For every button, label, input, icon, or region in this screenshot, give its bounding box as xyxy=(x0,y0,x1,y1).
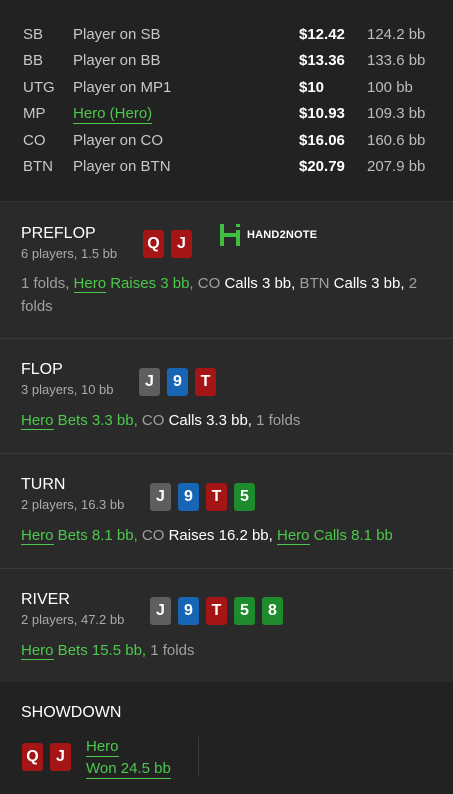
player-stack: $10 xyxy=(299,79,325,96)
player-row-co: CO Player on CO $16.06 160.6 bb xyxy=(0,128,453,154)
player-name: Player on BB xyxy=(73,52,161,69)
street-name: SHOWDOWN xyxy=(21,704,122,721)
hero-link[interactable]: Hero xyxy=(276,527,310,545)
street-actions: Hero Bets 3.3 bb, CO Calls 3.3 bb, 1 fol… xyxy=(21,409,436,432)
hero-link[interactable]: Hero xyxy=(21,412,54,430)
divider xyxy=(198,737,199,777)
player-row-bb: BB Player on BB $13.36 133.6 bb xyxy=(0,48,453,74)
river-section: RIVER 2 players, 47.2 bb J 9 T 5 8 Hero … xyxy=(0,569,453,683)
action-text: Calls 8.1 bb xyxy=(309,527,393,544)
action-text: Calls 3.3 bb, xyxy=(168,412,257,429)
player-stack-bb: 133.6 bb xyxy=(367,52,426,69)
action-text: BTN xyxy=(299,275,334,292)
card: 5 xyxy=(234,597,255,625)
street-actions: Hero Bets 8.1 bb, CO Raises 16.2 bb, Her… xyxy=(21,524,436,547)
street-name: FLOP xyxy=(21,361,63,378)
street-info: 2 players, 16.3 bb xyxy=(21,497,125,512)
hero-link[interactable]: Hero xyxy=(21,642,54,660)
action-text: 1 folds xyxy=(150,642,195,659)
player-stack-bb: 124.2 bb xyxy=(367,26,426,43)
action-text: Raises 16.2 bb, xyxy=(168,527,277,544)
action-text: Bets 8.1 bb, xyxy=(53,527,142,544)
street-name: PREFLOP xyxy=(21,225,96,242)
player-stack-bb: 109.3 bb xyxy=(367,105,426,122)
player-position: BTN xyxy=(23,158,53,175)
player-name: Player on CO xyxy=(73,132,164,149)
player-name: Player on MP1 xyxy=(73,79,172,96)
action-text: Calls 3 bb, xyxy=(224,275,300,292)
street-actions: 1 folds, Hero Raises 3 bb, CO Calls 3 bb… xyxy=(21,272,436,318)
card: 8 xyxy=(262,597,283,625)
hand2note-logo-text: HAND2NOTE xyxy=(247,229,318,241)
player-stack-bb: 160.6 bb xyxy=(367,132,426,149)
showdown-result: Won 24.5 bb xyxy=(86,760,171,779)
action-text: Bets 3.3 bb, xyxy=(53,412,142,429)
card: T xyxy=(206,597,227,625)
card: 9 xyxy=(178,483,199,511)
showdown-section xyxy=(0,682,453,794)
player-stack: $20.79 xyxy=(299,158,345,175)
action-text: Bets 15.5 bb, xyxy=(53,642,151,659)
hero-link[interactable]: Hero xyxy=(73,275,107,293)
player-name: Player on SB xyxy=(73,26,161,43)
player-position: CO xyxy=(23,132,46,149)
players-table: SB Player on SB $12.42 124.2 bb BB Playe… xyxy=(0,0,453,202)
action-text: Raises 3 bb, xyxy=(106,275,198,292)
card: T xyxy=(195,368,216,396)
street-name: RIVER xyxy=(21,591,70,608)
action-text: CO xyxy=(141,527,169,544)
action-text: CO xyxy=(141,412,169,429)
card: J xyxy=(139,368,160,396)
player-row-sb: SB Player on SB $12.42 124.2 bb xyxy=(0,22,453,48)
street-name: TURN xyxy=(21,476,66,493)
player-stack: $13.36 xyxy=(299,52,345,69)
card: J xyxy=(171,230,192,258)
hero-link[interactable]: Hero xyxy=(86,737,119,757)
hand2note-logo-icon xyxy=(220,224,240,246)
street-info: 2 players, 47.2 bb xyxy=(21,612,125,627)
turn-section: TURN 2 players, 16.3 bb J 9 T 5 Hero Bet… xyxy=(0,454,453,569)
hero-link[interactable]: Hero xyxy=(21,527,54,545)
action-text: Calls 3 bb, xyxy=(333,275,409,292)
player-row-btn: BTN Player on BTN $20.79 207.9 bb xyxy=(0,154,453,180)
player-name: Hero (Hero) xyxy=(73,101,153,127)
player-position: UTG xyxy=(23,79,55,96)
player-stack-bb: 100 bb xyxy=(367,79,413,96)
card: J xyxy=(50,743,71,771)
player-row-mp: MP Hero (Hero) $10.93 109.3 bb xyxy=(0,101,453,127)
hero-player-link[interactable]: Hero (Hero) xyxy=(73,105,153,124)
street-info: 3 players, 10 bb xyxy=(21,382,114,397)
card: 5 xyxy=(234,483,255,511)
flop-section: FLOP 3 players, 10 bb J 9 T Hero Bets 3.… xyxy=(0,339,453,454)
player-position: MP xyxy=(23,105,46,122)
player-position: SB xyxy=(23,26,44,43)
player-name: Player on BTN xyxy=(73,158,171,175)
player-stack: $12.42 xyxy=(299,26,345,43)
street-info: 6 players, 1.5 bb xyxy=(21,246,118,261)
card: J xyxy=(150,483,171,511)
player-stack: $10.93 xyxy=(299,105,345,122)
card: 9 xyxy=(167,368,188,396)
action-text: 1 folds, xyxy=(21,275,74,292)
card: 9 xyxy=(178,597,199,625)
card: J xyxy=(150,597,171,625)
card: T xyxy=(206,483,227,511)
player-stack-bb: 207.9 bb xyxy=(367,158,426,175)
player-stack: $16.06 xyxy=(299,132,345,149)
card: Q xyxy=(143,230,164,258)
street-actions: Hero Bets 15.5 bb, 1 folds xyxy=(21,639,436,662)
player-row-utg: UTG Player on MP1 $10 100 bb xyxy=(0,75,453,101)
action-text: CO xyxy=(197,275,225,292)
player-position: BB xyxy=(23,52,44,69)
card: Q xyxy=(22,743,43,771)
action-text: 1 folds xyxy=(256,412,301,429)
